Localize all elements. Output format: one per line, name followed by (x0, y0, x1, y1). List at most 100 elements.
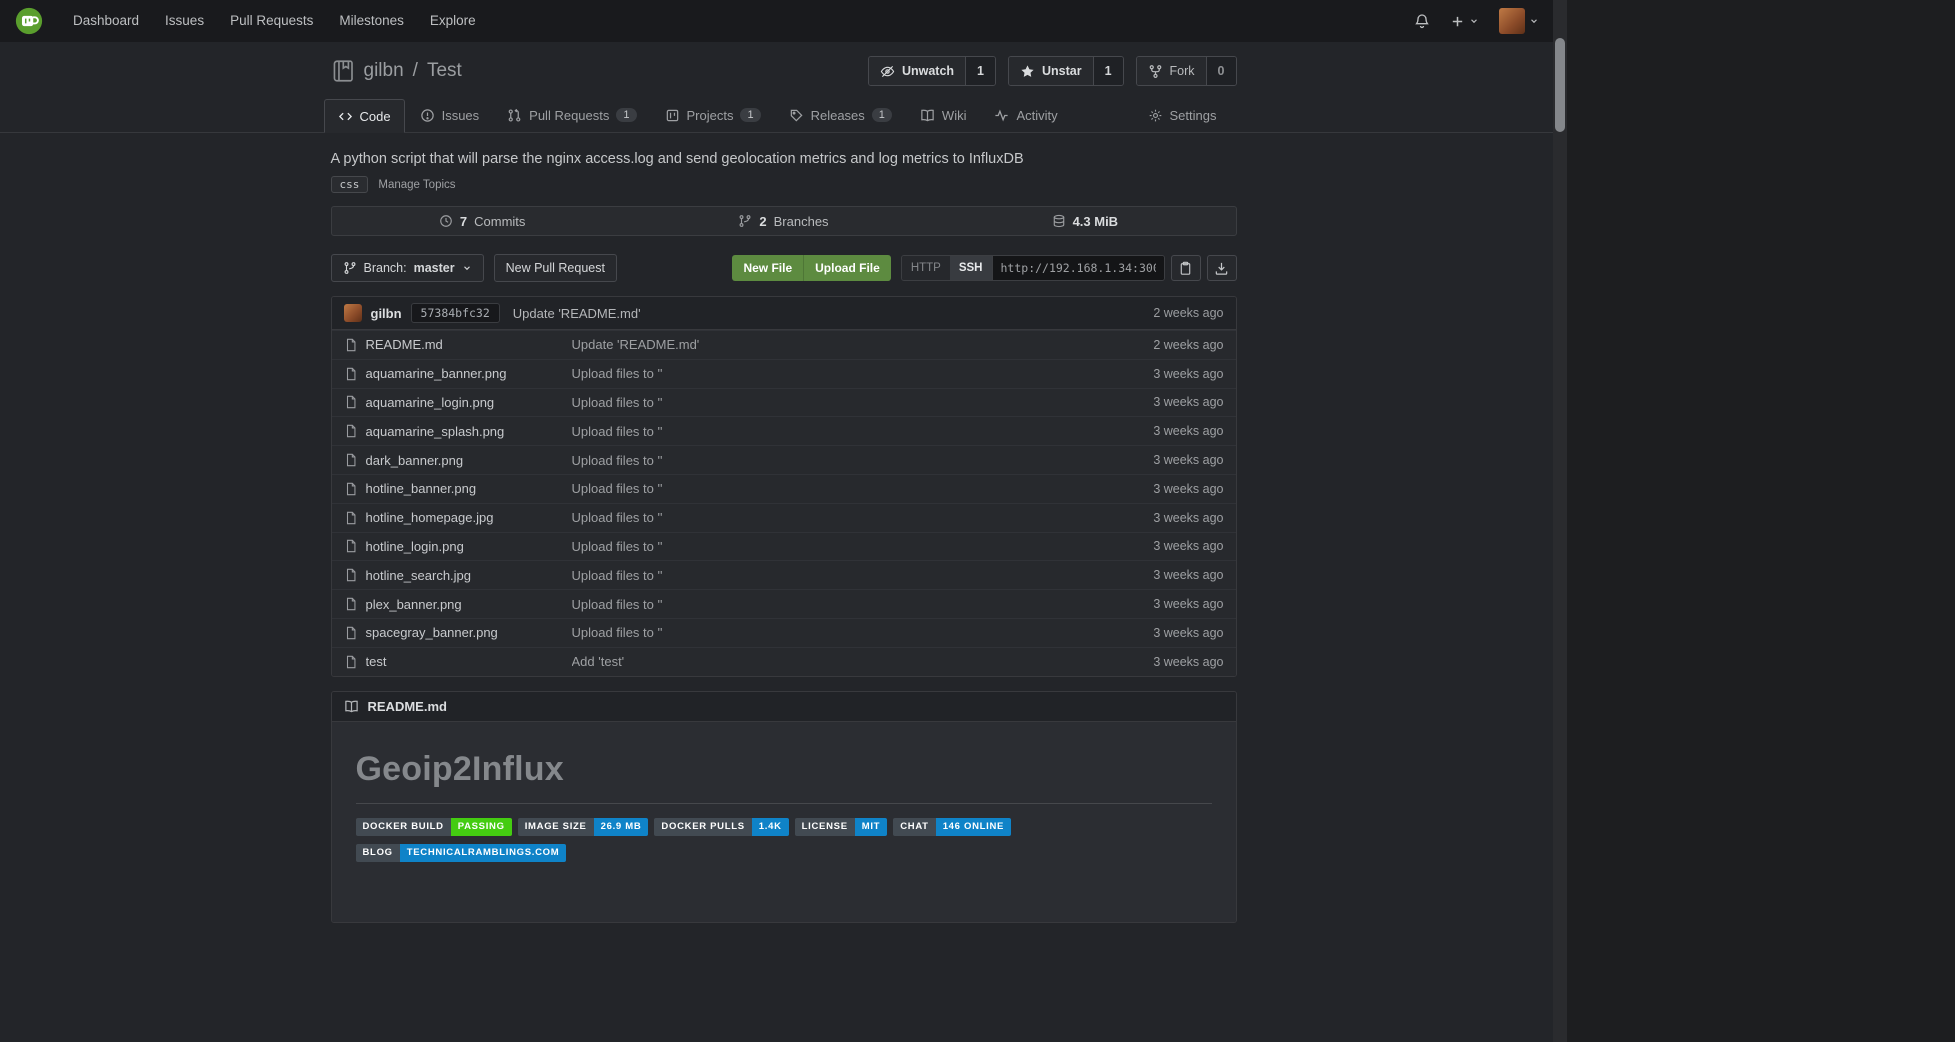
file-link[interactable]: README.md (366, 337, 564, 352)
branch-selector[interactable]: Branch:master (331, 254, 484, 282)
file-link[interactable]: aquamarine_banner.png (366, 366, 564, 381)
top-navbar: Dashboard Issues Pull Requests Milestone… (0, 0, 1553, 42)
commit-author-avatar[interactable] (344, 304, 362, 322)
star-icon (1020, 64, 1035, 79)
tab-releases[interactable]: Releases 1 (776, 98, 905, 132)
create-new-button[interactable] (1450, 14, 1479, 29)
tab-activity[interactable]: Activity (981, 98, 1070, 132)
stars-count[interactable]: 1 (1093, 57, 1123, 85)
browser-viewport: Dashboard Issues Pull Requests Milestone… (0, 0, 1567, 1042)
nav-issues[interactable]: Issues (152, 0, 217, 42)
repo-description: A python script that will parse the ngin… (331, 151, 1237, 167)
file-link[interactable]: hotline_homepage.jpg (366, 510, 564, 525)
book-icon (920, 108, 935, 123)
upload-file-button[interactable]: Upload File (803, 255, 891, 281)
readme-badge[interactable]: CHAT 146 ONLINE (893, 818, 1011, 836)
forks-count[interactable]: 0 (1206, 57, 1236, 85)
file-commit-message[interactable]: Upload files to '' (572, 510, 1146, 525)
file-link[interactable]: hotline_search.jpg (366, 568, 564, 583)
pulse-icon (994, 108, 1009, 123)
new-pull-request-button[interactable]: New Pull Request (494, 254, 617, 282)
http-protocol-button[interactable]: HTTP (902, 256, 950, 280)
unwatch-button[interactable]: Unwatch (869, 57, 965, 85)
file-link[interactable]: test (366, 654, 564, 669)
readme-badge[interactable]: DOCKER BUILD PASSING (356, 818, 512, 836)
file-commit-message[interactable]: Upload files to '' (572, 481, 1146, 496)
tab-issues[interactable]: Issues (407, 98, 493, 132)
readme-badge[interactable]: LICENSE MIT (795, 818, 888, 836)
tab-wiki[interactable]: Wiki (907, 98, 980, 132)
ssh-protocol-button[interactable]: SSH (950, 256, 992, 280)
fork-button[interactable]: Fork (1137, 57, 1206, 85)
tab-settings[interactable]: Settings (1135, 98, 1230, 132)
readme-filename: README.md (368, 699, 447, 714)
file-commit-time: 3 weeks ago (1153, 568, 1223, 582)
file-actions: New File Upload File (732, 255, 890, 281)
book-icon (344, 699, 359, 714)
chevron-down-icon (462, 263, 472, 273)
fork-icon (1148, 64, 1163, 79)
file-commit-message[interactable]: Upload files to '' (572, 424, 1146, 439)
file-commit-message[interactable]: Upload files to '' (572, 366, 1146, 381)
commits-stat[interactable]: 7Commits (332, 207, 633, 235)
file-icon (344, 482, 358, 496)
file-commit-time: 3 weeks ago (1153, 482, 1223, 496)
file-link[interactable]: aquamarine_login.png (366, 395, 564, 410)
copy-clone-url-button[interactable] (1171, 255, 1201, 281)
watchers-count[interactable]: 1 (965, 57, 995, 85)
file-commit-message[interactable]: Upload files to '' (572, 453, 1146, 468)
gitea-logo-icon[interactable] (14, 6, 44, 36)
file-link[interactable]: hotline_login.png (366, 539, 564, 554)
readme-body: Geoip2Influx DOCKER BUILD PASSING IMAGE … (332, 722, 1236, 922)
table-row: README.md Update 'README.md' 2 weeks ago (332, 330, 1236, 359)
repo-icon (331, 59, 355, 83)
commit-message-link[interactable]: Update 'README.md' (513, 306, 641, 321)
commit-author-link[interactable]: gilbn (371, 306, 402, 321)
scrollbar-thumb[interactable] (1555, 38, 1565, 132)
tab-projects[interactable]: Projects 1 (652, 98, 774, 132)
star-button-group: Unstar 1 (1008, 56, 1124, 86)
chevron-down-icon (1529, 16, 1539, 26)
branch-icon (738, 214, 752, 228)
file-commit-message[interactable]: Upload files to '' (572, 625, 1146, 640)
file-commit-time: 3 weeks ago (1153, 597, 1223, 611)
readme-badge[interactable]: BLOG TECHNICALRAMBLINGS.COM (356, 844, 567, 862)
readme-badge[interactable]: DOCKER PULLS 1.4K (654, 818, 788, 836)
nav-milestones[interactable]: Milestones (326, 0, 417, 42)
chevron-down-icon (1469, 16, 1479, 26)
file-commit-message[interactable]: Add 'test' (572, 654, 1146, 669)
repo-header: gilbn / Test Unwatch 1 (331, 56, 1237, 86)
topic-chip-css[interactable]: css (331, 176, 369, 193)
file-link[interactable]: spacegray_banner.png (366, 625, 564, 640)
new-file-button[interactable]: New File (732, 255, 803, 281)
file-link[interactable]: dark_banner.png (366, 453, 564, 468)
file-commit-message[interactable]: Upload files to '' (572, 568, 1146, 583)
file-link[interactable]: plex_banner.png (366, 597, 564, 612)
file-link[interactable]: hotline_banner.png (366, 481, 564, 496)
tab-code[interactable]: Code (324, 99, 405, 133)
clone-url-input[interactable] (992, 256, 1164, 280)
unstar-button[interactable]: Unstar (1009, 57, 1093, 85)
tab-pull-requests[interactable]: Pull Requests 1 (494, 98, 649, 132)
file-commit-message[interactable]: Upload files to '' (572, 395, 1146, 410)
readme-badge[interactable]: IMAGE SIZE 26.9 MB (518, 818, 649, 836)
repo-title: gilbn / Test (331, 59, 462, 83)
repo-owner-link[interactable]: gilbn (364, 60, 404, 82)
file-commit-time: 3 weeks ago (1153, 511, 1223, 525)
commit-sha-link[interactable]: 57384bfc32 (411, 303, 500, 323)
file-commit-message[interactable]: Upload files to '' (572, 539, 1146, 554)
page-scrollbar[interactable] (1553, 0, 1567, 1042)
file-link[interactable]: aquamarine_splash.png (366, 424, 564, 439)
nav-dashboard[interactable]: Dashboard (60, 0, 152, 42)
repo-name-link[interactable]: Test (427, 60, 462, 82)
user-menu[interactable] (1499, 8, 1539, 34)
nav-pull-requests[interactable]: Pull Requests (217, 0, 326, 42)
file-commit-message[interactable]: Upload files to '' (572, 597, 1146, 612)
nav-explore[interactable]: Explore (417, 0, 489, 42)
branches-stat[interactable]: 2Branches (633, 207, 934, 235)
manage-topics-link[interactable]: Manage Topics (378, 179, 455, 191)
notifications-bell-icon[interactable] (1414, 13, 1430, 29)
commit-time: 2 weeks ago (1153, 306, 1223, 320)
download-archive-button[interactable] (1207, 255, 1237, 281)
file-commit-message[interactable]: Update 'README.md' (572, 337, 1146, 352)
